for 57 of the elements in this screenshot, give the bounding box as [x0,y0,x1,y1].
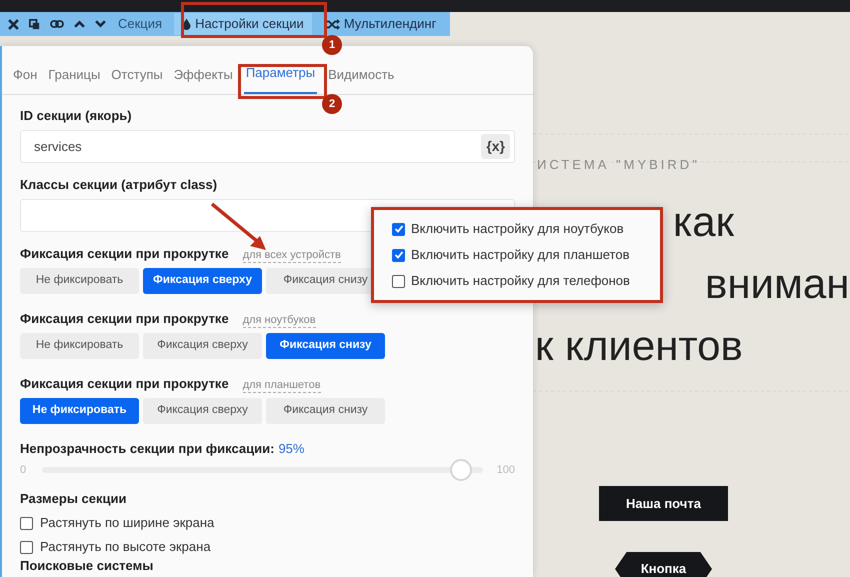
checkbox[interactable] [392,248,405,262]
tab[interactable]: Отступы [111,64,163,94]
link-icon[interactable] [50,19,64,29]
fixation-option[interactable]: Фиксация сверху [143,398,262,424]
slider-max: 100 [496,462,515,478]
close-icon[interactable] [8,18,19,30]
mail-button[interactable]: Наша почта [599,486,728,521]
subtitle: ИСТЕМА "MYBIRD" [537,156,700,174]
checkbox[interactable] [20,516,33,530]
tab[interactable]: Эффекты [174,64,233,94]
copy-icon[interactable] [29,18,40,30]
tab[interactable]: Границы [48,64,100,94]
field-label: ID секции (якорь) [20,108,133,124]
group-label: Фиксация секции при прокрутке [20,376,229,392]
checkbox-label: Включить настройку для телефонов [411,272,630,290]
id-field[interactable]: services {x} [20,130,515,163]
fixation-option[interactable]: Не фиксировать [20,398,139,424]
heading-line: вниман [705,259,850,309]
chevron-down-icon[interactable] [95,20,106,28]
tab[interactable]: Видимость [328,64,394,94]
checkbox[interactable] [20,540,33,554]
heading-line: как [673,197,734,247]
device-link[interactable]: для планшетов [242,378,321,393]
section-heading: Поисковые системы [20,559,154,573]
fixation-option[interactable]: Фиксация снизу [266,333,385,359]
fixation-option[interactable]: Не фиксировать [20,333,139,359]
field-label: Классы секции (атрибут class) [20,177,218,193]
checkbox-label: Включить настройку для ноутбуков [411,220,624,238]
opacity-value: 95% [278,441,304,457]
fixation-option[interactable]: Фиксация сверху [143,268,262,294]
section-settings-button[interactable]: Настройки секции [174,13,312,35]
tab[interactable]: Параметры [244,62,318,94]
fixation-option[interactable]: Не фиксировать [20,268,139,294]
opacity-slider[interactable] [42,459,483,481]
arrow [210,202,266,250]
shuffle-icon [326,18,340,30]
checkbox[interactable] [392,274,405,288]
chevron-up-icon[interactable] [74,20,85,28]
section-label: Секция [118,15,162,34]
device-link[interactable]: для ноутбуков [242,313,316,328]
heading-line: к клиентов [535,321,743,371]
slider-thumb[interactable] [450,459,472,481]
checkbox-label: Растянуть по высоте экрана [40,538,211,556]
variable-button[interactable]: {x} [481,134,510,159]
opacity-label: Непрозрачность секции при фиксации: [20,441,274,457]
drop-icon [182,18,192,30]
fixation-option[interactable]: Фиксация сверху [143,333,262,359]
slider-min: 0 [20,462,28,478]
fixation-option[interactable]: Фиксация снизу [266,398,385,424]
tab[interactable]: Фон [13,64,38,94]
checkbox-label: Включить настройку для планшетов [411,246,630,264]
section-heading: Размеры секции [20,491,128,507]
checkbox[interactable] [392,222,405,236]
hexagon-button[interactable]: Кнопка [615,552,712,577]
checkbox-label: Растянуть по ширине экрана [40,514,214,532]
group-label: Фиксация секции при прокрутке [20,246,229,262]
group-label: Фиксация секции при прокрутке [20,311,229,327]
